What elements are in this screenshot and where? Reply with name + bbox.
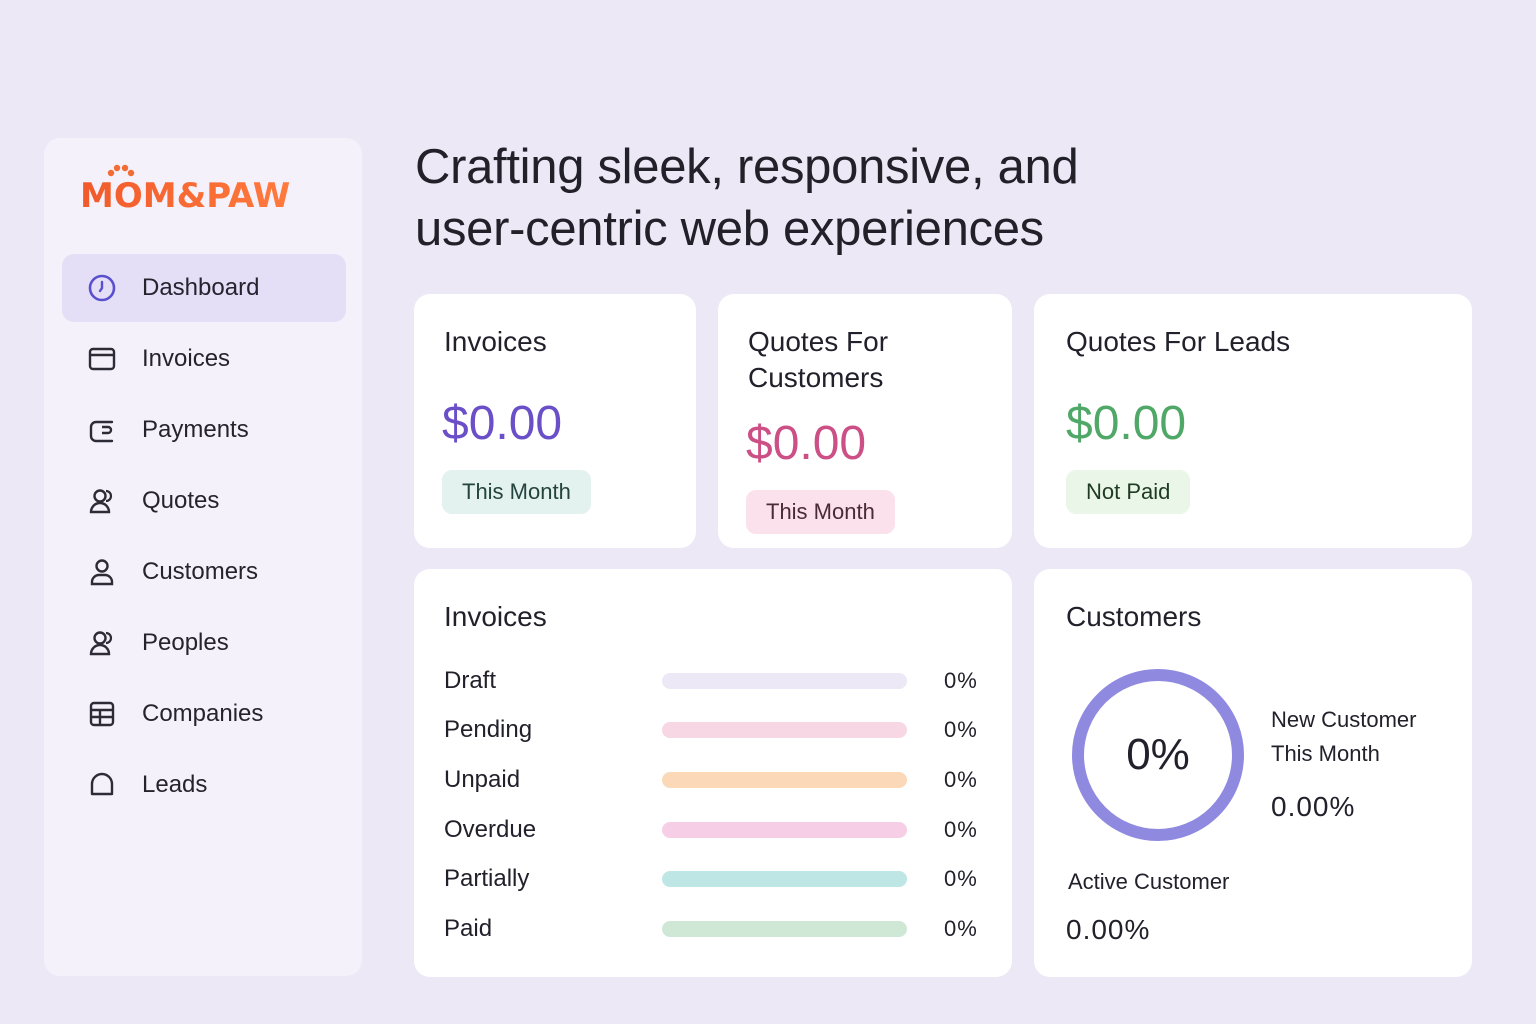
sidebar-item-label: Customers	[142, 558, 259, 585]
sidebar-item-companies[interactable]: Companies	[62, 680, 346, 748]
new-customer-value: 0.00%	[1271, 791, 1356, 822]
card-title: Customers	[1066, 601, 1202, 632]
progress-bar	[662, 673, 907, 689]
customers-card: Customers 0% New Customer This Month 0.0…	[1034, 569, 1472, 977]
sidebar-item-payments[interactable]: Payments	[62, 396, 346, 464]
quotes-leads-amount: $0.00	[1066, 397, 1187, 450]
status-label: Pending	[444, 716, 533, 743]
quotes-customers-amount: $0.00	[746, 417, 867, 470]
sidebar-item-label: Payments	[142, 416, 249, 443]
status-percent: 0%	[944, 866, 978, 891]
invoice-status-row: Draft 0%	[444, 661, 984, 701]
status-label: Unpaid	[444, 766, 521, 793]
sidebar-nav: Dashboard Invoices Payments Quotes Custo…	[62, 254, 346, 822]
sidebar-item-customers[interactable]: Customers	[62, 538, 346, 606]
people-icon	[86, 627, 118, 659]
status-percent: 0%	[944, 717, 978, 742]
user-icon	[86, 556, 118, 588]
card-title: Quotes For Leads	[1066, 326, 1291, 357]
invoice-status-row: Unpaid 0%	[444, 760, 984, 800]
page-headline: Crafting sleek, responsive, and user-cen…	[415, 136, 1175, 260]
invoice-status-row: Paid 0%	[444, 909, 984, 949]
status-percent: 0%	[944, 916, 978, 941]
sidebar-item-peoples[interactable]: Peoples	[62, 609, 346, 677]
leads-icon	[86, 769, 118, 801]
headline-line-2: user-centric web experiences	[415, 202, 1044, 256]
active-customer-label: Active Customer	[1068, 869, 1230, 894]
active-customer-value: 0.00%	[1066, 914, 1151, 945]
period-badge: This Month	[746, 490, 895, 534]
status-label: Partially	[444, 865, 530, 892]
progress-bar	[662, 921, 907, 937]
brand-name: MOM&PAW	[80, 176, 291, 216]
dashboard-icon	[86, 272, 118, 304]
sidebar: MOM&PAW Dashboard Invoices Payments Quot…	[44, 138, 362, 976]
sidebar-item-label: Companies	[142, 700, 264, 727]
invoice-icon	[86, 343, 118, 375]
new-customer-label-line-2: This Month	[1271, 741, 1380, 766]
card-title: Invoices	[444, 326, 547, 357]
sidebar-item-leads[interactable]: Leads	[62, 751, 346, 819]
status-percent: 0%	[944, 817, 978, 842]
progress-bar	[662, 772, 907, 788]
status-label: Paid	[444, 915, 493, 942]
invoices-breakdown-card: Invoices Draft 0% Pending 0% Unpaid 0% O…	[414, 569, 1012, 977]
sidebar-item-label: Invoices	[142, 345, 231, 372]
quotes-leads-summary-card[interactable]: Quotes For Leads $0.00 Not Paid	[1034, 294, 1472, 548]
progress-bar	[662, 822, 907, 838]
sidebar-item-label: Quotes	[142, 487, 220, 514]
ring-value: 0%	[1126, 730, 1190, 779]
card-title: Invoices	[444, 601, 547, 632]
period-badge: This Month	[442, 470, 591, 514]
progress-bar	[662, 722, 907, 738]
quotes-icon	[86, 485, 118, 517]
invoice-status-row: Overdue 0%	[444, 810, 984, 850]
sidebar-item-quotes[interactable]: Quotes	[62, 467, 346, 535]
new-customer-label-line-1: New Customer	[1271, 707, 1417, 732]
status-label: Draft	[444, 667, 497, 694]
paw-icon	[107, 164, 135, 177]
sidebar-item-invoices[interactable]: Invoices	[62, 325, 346, 393]
company-icon	[86, 698, 118, 730]
sidebar-item-dashboard[interactable]: Dashboard	[62, 254, 346, 322]
invoices-amount: $0.00	[442, 397, 563, 450]
invoice-status-row: Partially 0%	[444, 859, 984, 899]
brand-logo[interactable]: MOM&PAW	[80, 164, 291, 216]
status-label: Overdue	[444, 816, 537, 843]
status-percent: 0%	[944, 668, 978, 693]
headline-line-1: Crafting sleek, responsive, and	[415, 140, 1079, 194]
card-title-line-1: Quotes For	[748, 326, 889, 357]
progress-bar	[662, 871, 907, 887]
sidebar-item-label: Peoples	[142, 629, 229, 656]
invoice-status-row: Pending 0%	[444, 710, 984, 750]
sidebar-item-label: Dashboard	[142, 274, 260, 301]
new-customer-label: New Customer This Month	[1271, 703, 1416, 771]
card-title-line-2: Customers	[748, 362, 884, 393]
wallet-icon	[86, 414, 118, 446]
quotes-customers-summary-card[interactable]: Quotes For Customers $0.00 This Month	[718, 294, 1012, 548]
status-percent: 0%	[944, 767, 978, 792]
sidebar-item-label: Leads	[142, 771, 208, 798]
invoices-summary-card[interactable]: Invoices $0.00 This Month	[414, 294, 696, 548]
status-badge: Not Paid	[1066, 470, 1191, 514]
